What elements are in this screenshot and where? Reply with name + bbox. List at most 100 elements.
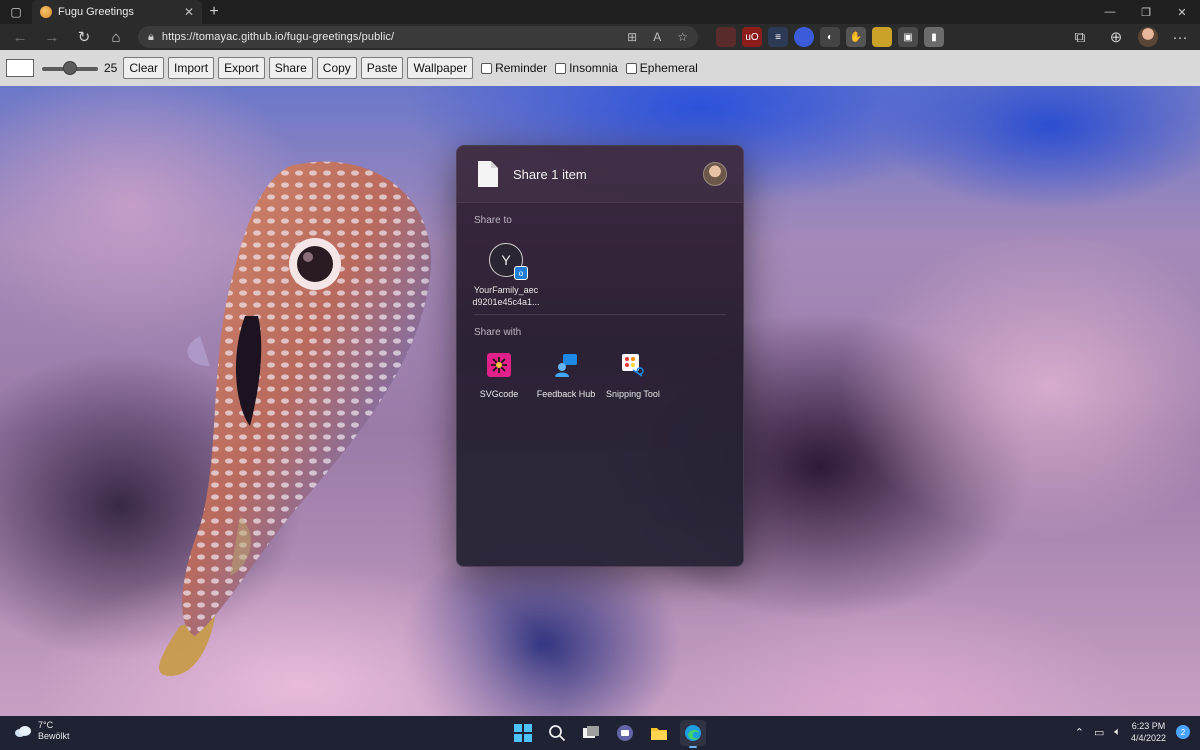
- copy-button[interactable]: Copy: [316, 57, 357, 79]
- brush-size-value: 25: [104, 61, 118, 75]
- share-app-name-snipping-tool: Snipping Tool: [606, 389, 660, 399]
- read-aloud-icon[interactable]: A: [653, 30, 661, 44]
- profile-avatar[interactable]: [1138, 27, 1158, 47]
- search-icon[interactable]: [544, 720, 570, 746]
- wallpaper-button[interactable]: Wallpaper: [407, 57, 474, 79]
- lock-icon[interactable]: 🔒︎: [148, 31, 154, 44]
- feedback-hub-icon: [555, 354, 577, 377]
- brush-size-slider[interactable]: [42, 59, 98, 77]
- contact-name: YourFamily_aec d9201e45c4a1...: [467, 284, 545, 308]
- taskbar-apps: [510, 720, 706, 748]
- extension-icon-3[interactable]: ≡: [768, 27, 788, 47]
- taskbar: 7°C Bewölkt ⌃ ▭ 🔈︎ 6:23 PM 4/4/2022 2: [0, 716, 1200, 750]
- outlook-badge-icon: o: [514, 266, 528, 280]
- extension-icon-7[interactable]: [872, 27, 892, 47]
- apps-icon[interactable]: ⊞: [627, 30, 637, 44]
- share-app-name-svgcode: SVGcode: [479, 389, 519, 399]
- collections-icon[interactable]: ⊕: [1102, 26, 1130, 48]
- share-button[interactable]: Share: [268, 57, 313, 79]
- minimize-button[interactable]: —: [1092, 6, 1128, 19]
- extension-icon-6[interactable]: ✋: [846, 27, 866, 47]
- network-icon[interactable]: ▭: [1094, 726, 1104, 739]
- volume-icon[interactable]: 🔈︎: [1114, 726, 1121, 739]
- tray-overflow-icon[interactable]: ⌃: [1075, 726, 1084, 739]
- teams-chat-icon[interactable]: [612, 720, 638, 746]
- pufferfish-image: [159, 161, 431, 676]
- extensions-area: uO ≡ ◐ ✋ ▣ ▮: [716, 27, 944, 47]
- ephemeral-checkbox[interactable]: Ephemeral: [625, 61, 698, 75]
- ublock-icon[interactable]: uO: [742, 27, 762, 47]
- extension-icon-9[interactable]: ▮: [924, 27, 944, 47]
- browser-nav-bar: ← → ↻ ⌂ 🔒︎ https://tomayac.github.io/fug…: [0, 24, 1200, 50]
- insomnia-checkbox-box[interactable]: [555, 62, 567, 74]
- home-icon[interactable]: ⌂: [102, 26, 130, 48]
- task-view-icon[interactable]: [578, 720, 604, 746]
- close-window-button[interactable]: ✕: [1164, 6, 1200, 19]
- reload-icon[interactable]: ↻: [70, 26, 98, 48]
- tab-title: Fugu Greetings: [58, 6, 134, 18]
- weather-widget[interactable]: 7°C Bewölkt: [14, 720, 70, 742]
- notification-badge[interactable]: 2: [1176, 725, 1190, 739]
- browser-tab-bar: ▢ Fugu Greetings ✕ + — ❐ ✕: [0, 0, 1200, 24]
- back-icon[interactable]: ←: [6, 26, 34, 48]
- share-app-name-feedback-hub: Feedback Hub: [536, 389, 596, 399]
- browser-tab[interactable]: Fugu Greetings ✕: [32, 0, 202, 24]
- insomnia-checkbox[interactable]: Insomnia: [555, 61, 618, 75]
- file-explorer-icon[interactable]: [646, 720, 672, 746]
- share-account-avatar[interactable]: [703, 162, 727, 186]
- window-controls: — ❐ ✕: [1092, 6, 1200, 19]
- contact-initial: Y: [501, 252, 511, 268]
- share-with-label: Share with: [474, 327, 522, 338]
- address-bar[interactable]: 🔒︎ https://tomayac.github.io/fugu-greeti…: [138, 26, 698, 48]
- share-dialog-header: Share 1 item: [457, 146, 743, 203]
- share-to-label: Share to: [474, 215, 512, 226]
- ephemeral-label: Ephemeral: [639, 61, 698, 75]
- reminder-checkbox-box[interactable]: [481, 62, 493, 74]
- forward-icon[interactable]: →: [38, 26, 66, 48]
- share-contact-yourfamily[interactable]: Y o YourFamily_aec d9201e45c4a1...: [467, 243, 545, 308]
- extension-icon-8[interactable]: ▣: [898, 27, 918, 47]
- reminder-label: Reminder: [495, 61, 548, 75]
- clock-date: 4/4/2022: [1130, 733, 1166, 743]
- reminder-checkbox[interactable]: Reminder: [481, 61, 547, 75]
- contact-avatar: Y o: [489, 243, 528, 280]
- favorite-icon[interactable]: ☆: [677, 30, 688, 44]
- weather-temperature: 7°C: [38, 720, 54, 730]
- share-dialog: Share 1 item Share to Y o YourFamily_aec…: [456, 145, 744, 567]
- menu-icon[interactable]: ···: [1166, 26, 1194, 48]
- share-dialog-title: Share 1 item: [513, 166, 587, 182]
- start-icon[interactable]: [510, 720, 536, 746]
- extension-icon-5[interactable]: ◐: [820, 27, 840, 47]
- new-tab-button[interactable]: +: [202, 3, 226, 21]
- fugu-favicon-icon: [40, 6, 52, 18]
- import-button[interactable]: Import: [168, 57, 215, 79]
- export-button[interactable]: Export: [218, 57, 265, 79]
- tab-actions-icon[interactable]: ▢: [0, 0, 32, 24]
- cloud-icon: [15, 726, 31, 737]
- clock[interactable]: 6:23 PM 4/4/2022: [1131, 720, 1166, 744]
- contact-name-line2: d9201e45c4a1...: [472, 297, 540, 307]
- share-app-snipping-tool[interactable]: Snipping Tool: [596, 353, 670, 399]
- color-picker[interactable]: [6, 59, 34, 77]
- insomnia-label: Insomnia: [569, 61, 618, 75]
- restore-button[interactable]: ❐: [1128, 6, 1164, 19]
- weather-description: Bewölkt: [38, 731, 70, 741]
- weather-text: 7°C Bewölkt: [38, 720, 70, 742]
- system-tray: ⌃ ▭ 🔈︎ 6:23 PM 4/4/2022 2: [1075, 720, 1190, 744]
- svgcode-icon: [487, 353, 511, 377]
- paste-button[interactable]: Paste: [360, 57, 404, 79]
- slider-thumb[interactable]: [63, 61, 77, 75]
- edge-icon[interactable]: [680, 720, 706, 748]
- tab-close-icon[interactable]: ✕: [184, 5, 194, 19]
- browser-toolbar-end: ⧉ ⊕ ···: [1066, 26, 1194, 48]
- share-app-feedback-hub[interactable]: Feedback Hub: [529, 353, 603, 399]
- ephemeral-checkbox-box[interactable]: [625, 62, 637, 74]
- contact-name-line1: YourFamily_aec: [473, 285, 539, 295]
- extensions-puzzle-icon[interactable]: ⧉: [1066, 26, 1094, 48]
- extension-icon-1[interactable]: [716, 27, 736, 47]
- share-app-svgcode[interactable]: SVGcode: [462, 353, 536, 399]
- extension-icon-4[interactable]: [794, 27, 814, 47]
- document-icon: [478, 161, 498, 187]
- share-divider: [474, 314, 726, 315]
- clear-button[interactable]: Clear: [123, 57, 165, 79]
